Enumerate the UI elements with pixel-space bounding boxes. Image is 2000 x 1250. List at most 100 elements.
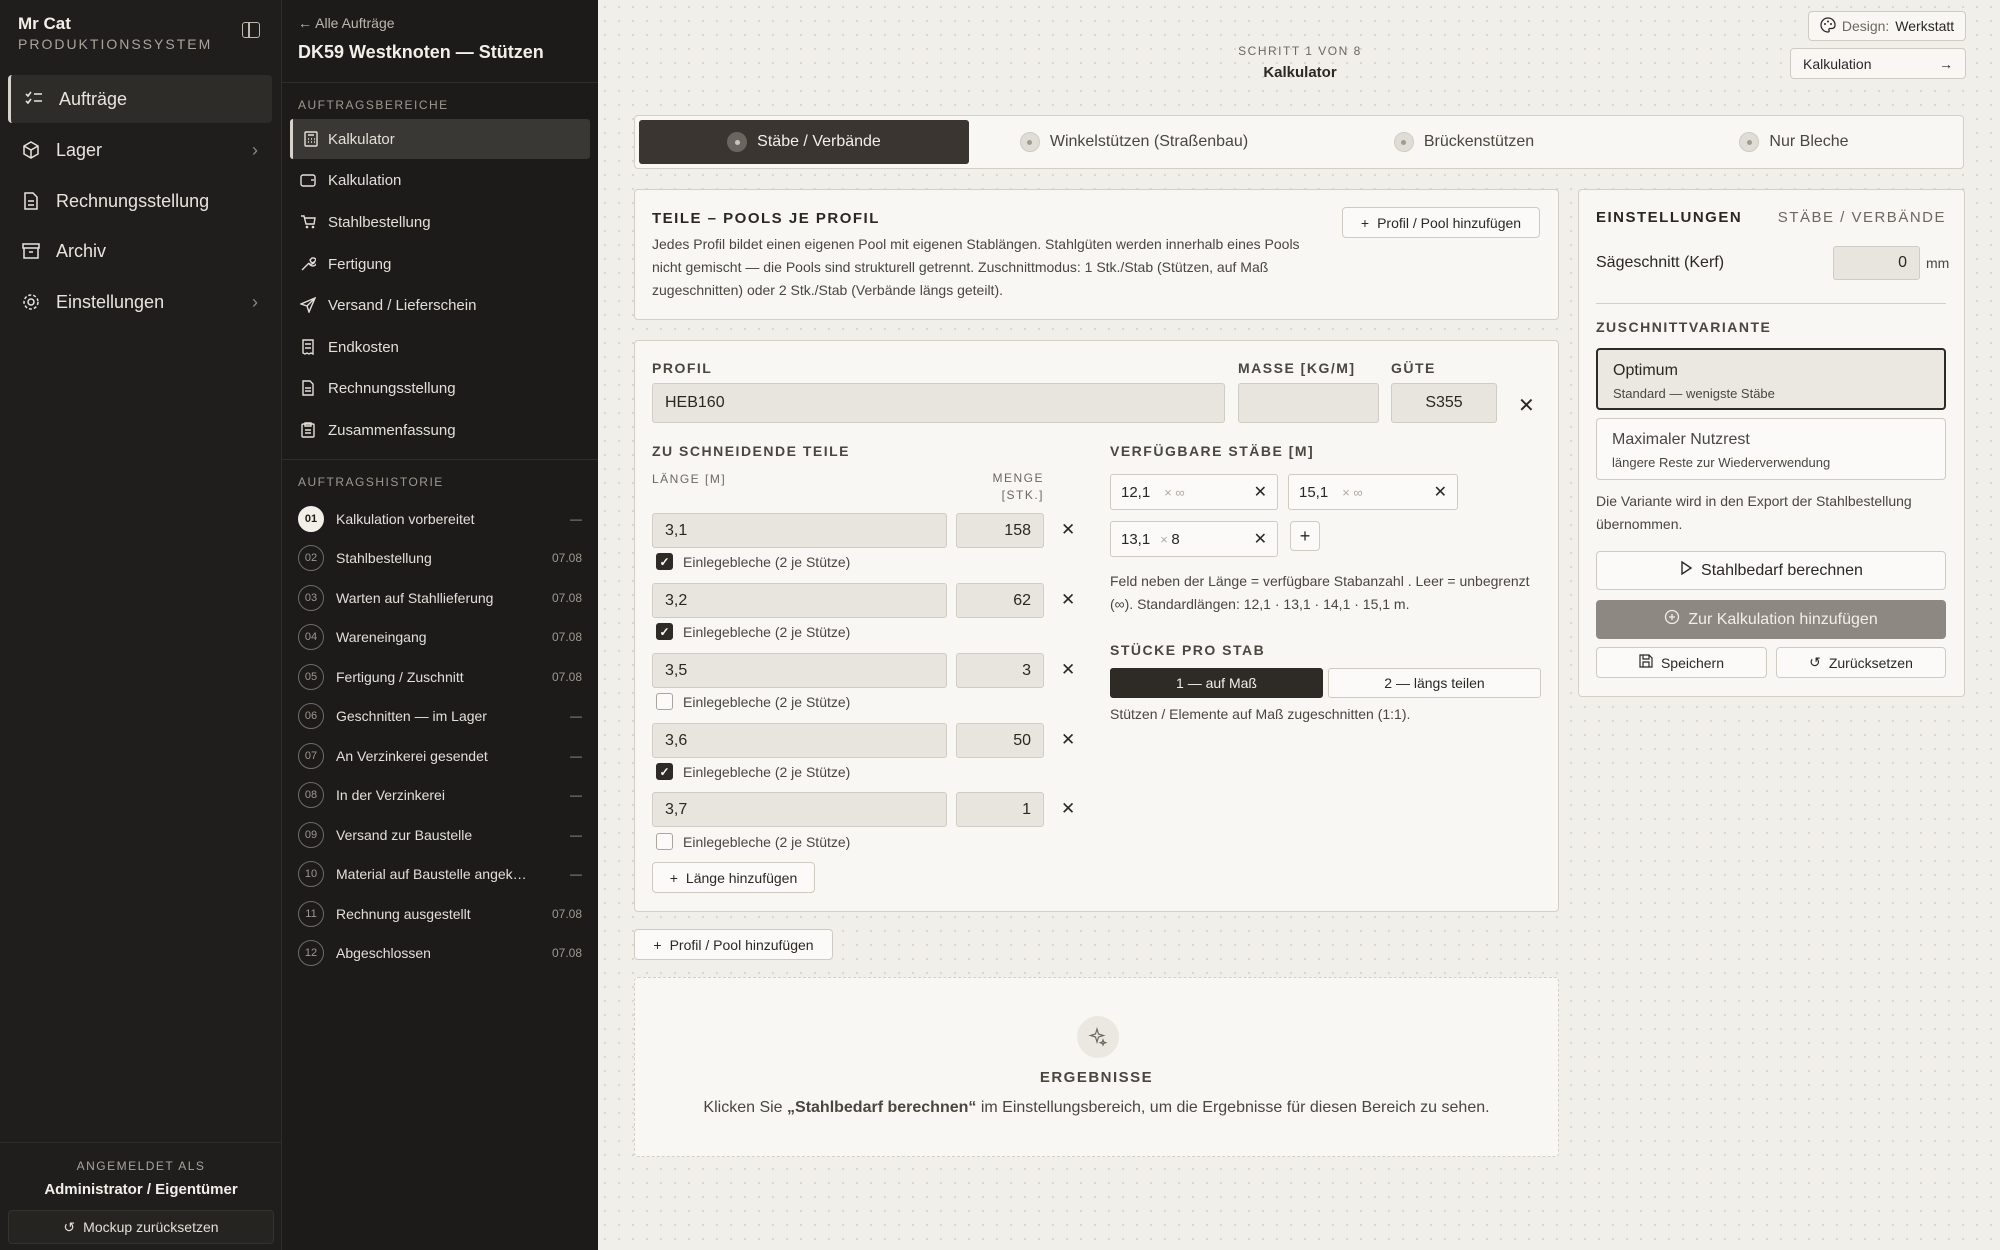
history-item[interactable]: 11 Rechnung ausgestellt 07.08 bbox=[298, 896, 582, 932]
plates-checkbox[interactable]: ✓ Einlegebleche (2 je Stütze) bbox=[656, 553, 850, 570]
tab-winkelstuetzen[interactable]: Winkelstützen (Straßenbau) bbox=[969, 120, 1299, 164]
area-item-stahlbestellung[interactable]: Stahlbestellung bbox=[290, 202, 590, 242]
plates-checkbox[interactable]: Einlegebleche (2 je Stütze) bbox=[656, 833, 850, 850]
mass-input[interactable] bbox=[1238, 383, 1379, 423]
bar-field[interactable]: 12,1 × ∞ ✕ bbox=[1110, 474, 1278, 510]
next-step-label: Kalkulation bbox=[1803, 55, 1872, 72]
part-qty-input[interactable]: 62 bbox=[956, 583, 1044, 618]
history-item[interactable]: 02 Stahlbestellung 07.08 bbox=[298, 540, 582, 576]
history-label: Fertigung / Zuschnitt bbox=[336, 669, 464, 685]
history-item[interactable]: 01 Kalkulation vorbereitet — bbox=[298, 501, 582, 537]
grade-input[interactable]: S355 bbox=[1391, 383, 1497, 423]
category-tabs: Stäbe / Verbände Winkelstützen (Straßenb… bbox=[634, 115, 1964, 169]
part-length-input[interactable]: 3,1 bbox=[652, 513, 947, 548]
part-length-input[interactable]: 3,7 bbox=[652, 792, 947, 827]
history-label: An Verzinkerei gesendet bbox=[336, 748, 488, 764]
remove-bar-icon[interactable]: ✕ bbox=[1434, 482, 1447, 502]
design-switcher[interactable]: Design: Werkstatt bbox=[1808, 11, 1966, 41]
history-item[interactable]: 12 Abgeschlossen 07.08 bbox=[298, 935, 582, 971]
bar-count: ∞ bbox=[1175, 484, 1185, 500]
history-date: 07.08 bbox=[551, 907, 582, 921]
history-item[interactable]: 05 Fertigung / Zuschnitt 07.08 bbox=[298, 659, 582, 695]
history-label: Stahlbestellung bbox=[336, 550, 432, 566]
remove-bar-icon[interactable]: ✕ bbox=[1254, 529, 1267, 549]
nav-item-lager[interactable]: Lager › bbox=[8, 126, 272, 174]
brand-name: Mr Cat bbox=[18, 14, 71, 33]
next-step-button[interactable]: Kalkulation → bbox=[1790, 48, 1966, 79]
area-item-zusammenfassung[interactable]: Zusammenfassung bbox=[290, 410, 590, 450]
reset-label: Zurücksetzen bbox=[1828, 654, 1913, 671]
history-item[interactable]: 04 Wareneingang 07.08 bbox=[298, 619, 582, 655]
part-qty-input[interactable]: 158 bbox=[956, 513, 1044, 548]
save-button[interactable]: Speichern bbox=[1596, 647, 1767, 678]
remove-part-icon[interactable]: ✕ bbox=[1061, 800, 1075, 817]
calculate-button[interactable]: Stahlbedarf berechnen bbox=[1596, 551, 1946, 590]
add-length-button[interactable]: + Länge hinzufügen bbox=[652, 862, 815, 893]
tab-brueckenstuetzen[interactable]: Brückenstützen bbox=[1299, 120, 1629, 164]
area-item-endkosten[interactable]: Endkosten bbox=[290, 327, 590, 367]
variant-subtitle: Standard — wenigste Stäbe bbox=[1613, 386, 1775, 401]
tab-dot-icon bbox=[1019, 132, 1040, 152]
part-length-input[interactable]: 3,5 bbox=[652, 653, 947, 688]
remove-bar-icon[interactable]: ✕ bbox=[1254, 482, 1267, 502]
nav-item-archiv[interactable]: Archiv bbox=[8, 227, 272, 275]
profile-input[interactable]: HEB160 bbox=[652, 383, 1225, 423]
history-item[interactable]: 07 An Verzinkerei gesendet — bbox=[298, 738, 582, 774]
checkbox-checked-icon: ✓ bbox=[656, 763, 673, 780]
area-item-rechnungsstellung[interactable]: Rechnungsstellung bbox=[290, 368, 590, 408]
plates-checkbox[interactable]: Einlegebleche (2 je Stütze) bbox=[656, 693, 850, 710]
back-link[interactable]: ← Alle Aufträge bbox=[298, 15, 395, 31]
reset-button[interactable]: ↺ Zurücksetzen bbox=[1776, 647, 1946, 678]
variant-max-nutzrest[interactable]: Maximaler Nutzrest längere Reste zur Wied… bbox=[1596, 418, 1946, 480]
area-item-versand[interactable]: Versand / Lieferschein bbox=[290, 285, 590, 325]
part-qty-input[interactable]: 1 bbox=[956, 792, 1044, 827]
part-qty-input[interactable]: 50 bbox=[956, 723, 1044, 758]
tab-label: Nur Bleche bbox=[1769, 133, 1849, 150]
history-item[interactable]: 08 In der Verzinkerei — bbox=[298, 777, 582, 813]
divider bbox=[282, 82, 598, 83]
add-pool-button[interactable]: + Profil / Pool hinzufügen bbox=[634, 929, 833, 960]
add-to-calc-button[interactable]: Zur Kalkulation hinzufügen bbox=[1596, 600, 1946, 639]
history-item[interactable]: 10 Material auf Baustelle angekommen — bbox=[298, 856, 582, 892]
nav-item-auftraege[interactable]: Aufträge bbox=[8, 75, 272, 123]
history-item[interactable]: 03 Warten auf Stahllieferung 07.08 bbox=[298, 580, 582, 616]
tab-staebe[interactable]: Stäbe / Verbände bbox=[639, 120, 969, 164]
nav-item-rechnungsstellung[interactable]: Rechnungsstellung bbox=[8, 177, 272, 225]
tab-nur-bleche[interactable]: Nur Bleche bbox=[1629, 120, 1959, 164]
bar-field[interactable]: 15,1 × ∞ ✕ bbox=[1288, 474, 1458, 510]
history-item[interactable]: 09 Versand zur Baustelle — bbox=[298, 817, 582, 853]
user-name: Administrator / Eigentümer bbox=[44, 1181, 238, 1198]
part-qty-input[interactable]: 3 bbox=[956, 653, 1044, 688]
sidebar-collapse-icon[interactable] bbox=[242, 22, 260, 38]
area-item-kalkulator[interactable]: Kalkulator bbox=[290, 119, 590, 159]
plates-checkbox[interactable]: ✓ Einlegebleche (2 je Stütze) bbox=[656, 763, 850, 780]
variant-optimum[interactable]: Optimum Standard — wenigste Stäbe bbox=[1596, 348, 1946, 410]
plates-checkbox[interactable]: ✓ Einlegebleche (2 je Stütze) bbox=[656, 623, 850, 640]
per-bar-option-2[interactable]: 2 — längs teilen bbox=[1328, 668, 1541, 698]
area-item-kalkulation[interactable]: Kalkulation bbox=[290, 160, 590, 200]
remove-part-icon[interactable]: ✕ bbox=[1061, 521, 1075, 538]
part-length-input[interactable]: 3,6 bbox=[652, 723, 947, 758]
nav-item-einstellungen[interactable]: Einstellungen › bbox=[8, 278, 272, 326]
history-item[interactable]: 06 Geschnitten — im Lager — bbox=[298, 698, 582, 734]
brand: Mr Cat PRODUKTIONSSYSTEM bbox=[18, 14, 212, 52]
area-item-fertigung[interactable]: Fertigung bbox=[290, 244, 590, 284]
add-bar-button[interactable]: + bbox=[1290, 521, 1320, 551]
remove-pool-icon[interactable]: ✕ bbox=[1518, 396, 1535, 416]
area-label: Zusammenfassung bbox=[328, 421, 456, 439]
results-title: ERGEBNISSE bbox=[1039, 1069, 1154, 1086]
pools-description: Jedes Profil bildet einen eigenen Pool m… bbox=[652, 236, 1300, 298]
remove-part-icon[interactable]: ✕ bbox=[1061, 661, 1075, 678]
reset-mockup-button[interactable]: ↺ Mockup zurücksetzen bbox=[8, 1210, 274, 1244]
remove-part-icon[interactable]: ✕ bbox=[1061, 731, 1075, 748]
design-value: Werkstatt bbox=[1895, 18, 1955, 34]
step-number: 11 bbox=[298, 901, 324, 927]
history-label: Rechnung ausgestellt bbox=[336, 906, 471, 922]
part-length-input[interactable]: 3,2 bbox=[652, 583, 947, 618]
kerf-input[interactable]: 0 bbox=[1833, 246, 1920, 280]
per-bar-option-1[interactable]: 1 — auf Maß bbox=[1110, 668, 1323, 698]
bar-field[interactable]: 13,1 × 8 ✕ bbox=[1110, 521, 1278, 557]
results-hint: Klicken Sie „Stahlbedarf berechnen“ im E… bbox=[635, 1099, 1558, 1117]
add-pool-button-top[interactable]: + Profil / Pool hinzufügen bbox=[1342, 207, 1540, 238]
remove-part-icon[interactable]: ✕ bbox=[1061, 591, 1075, 608]
